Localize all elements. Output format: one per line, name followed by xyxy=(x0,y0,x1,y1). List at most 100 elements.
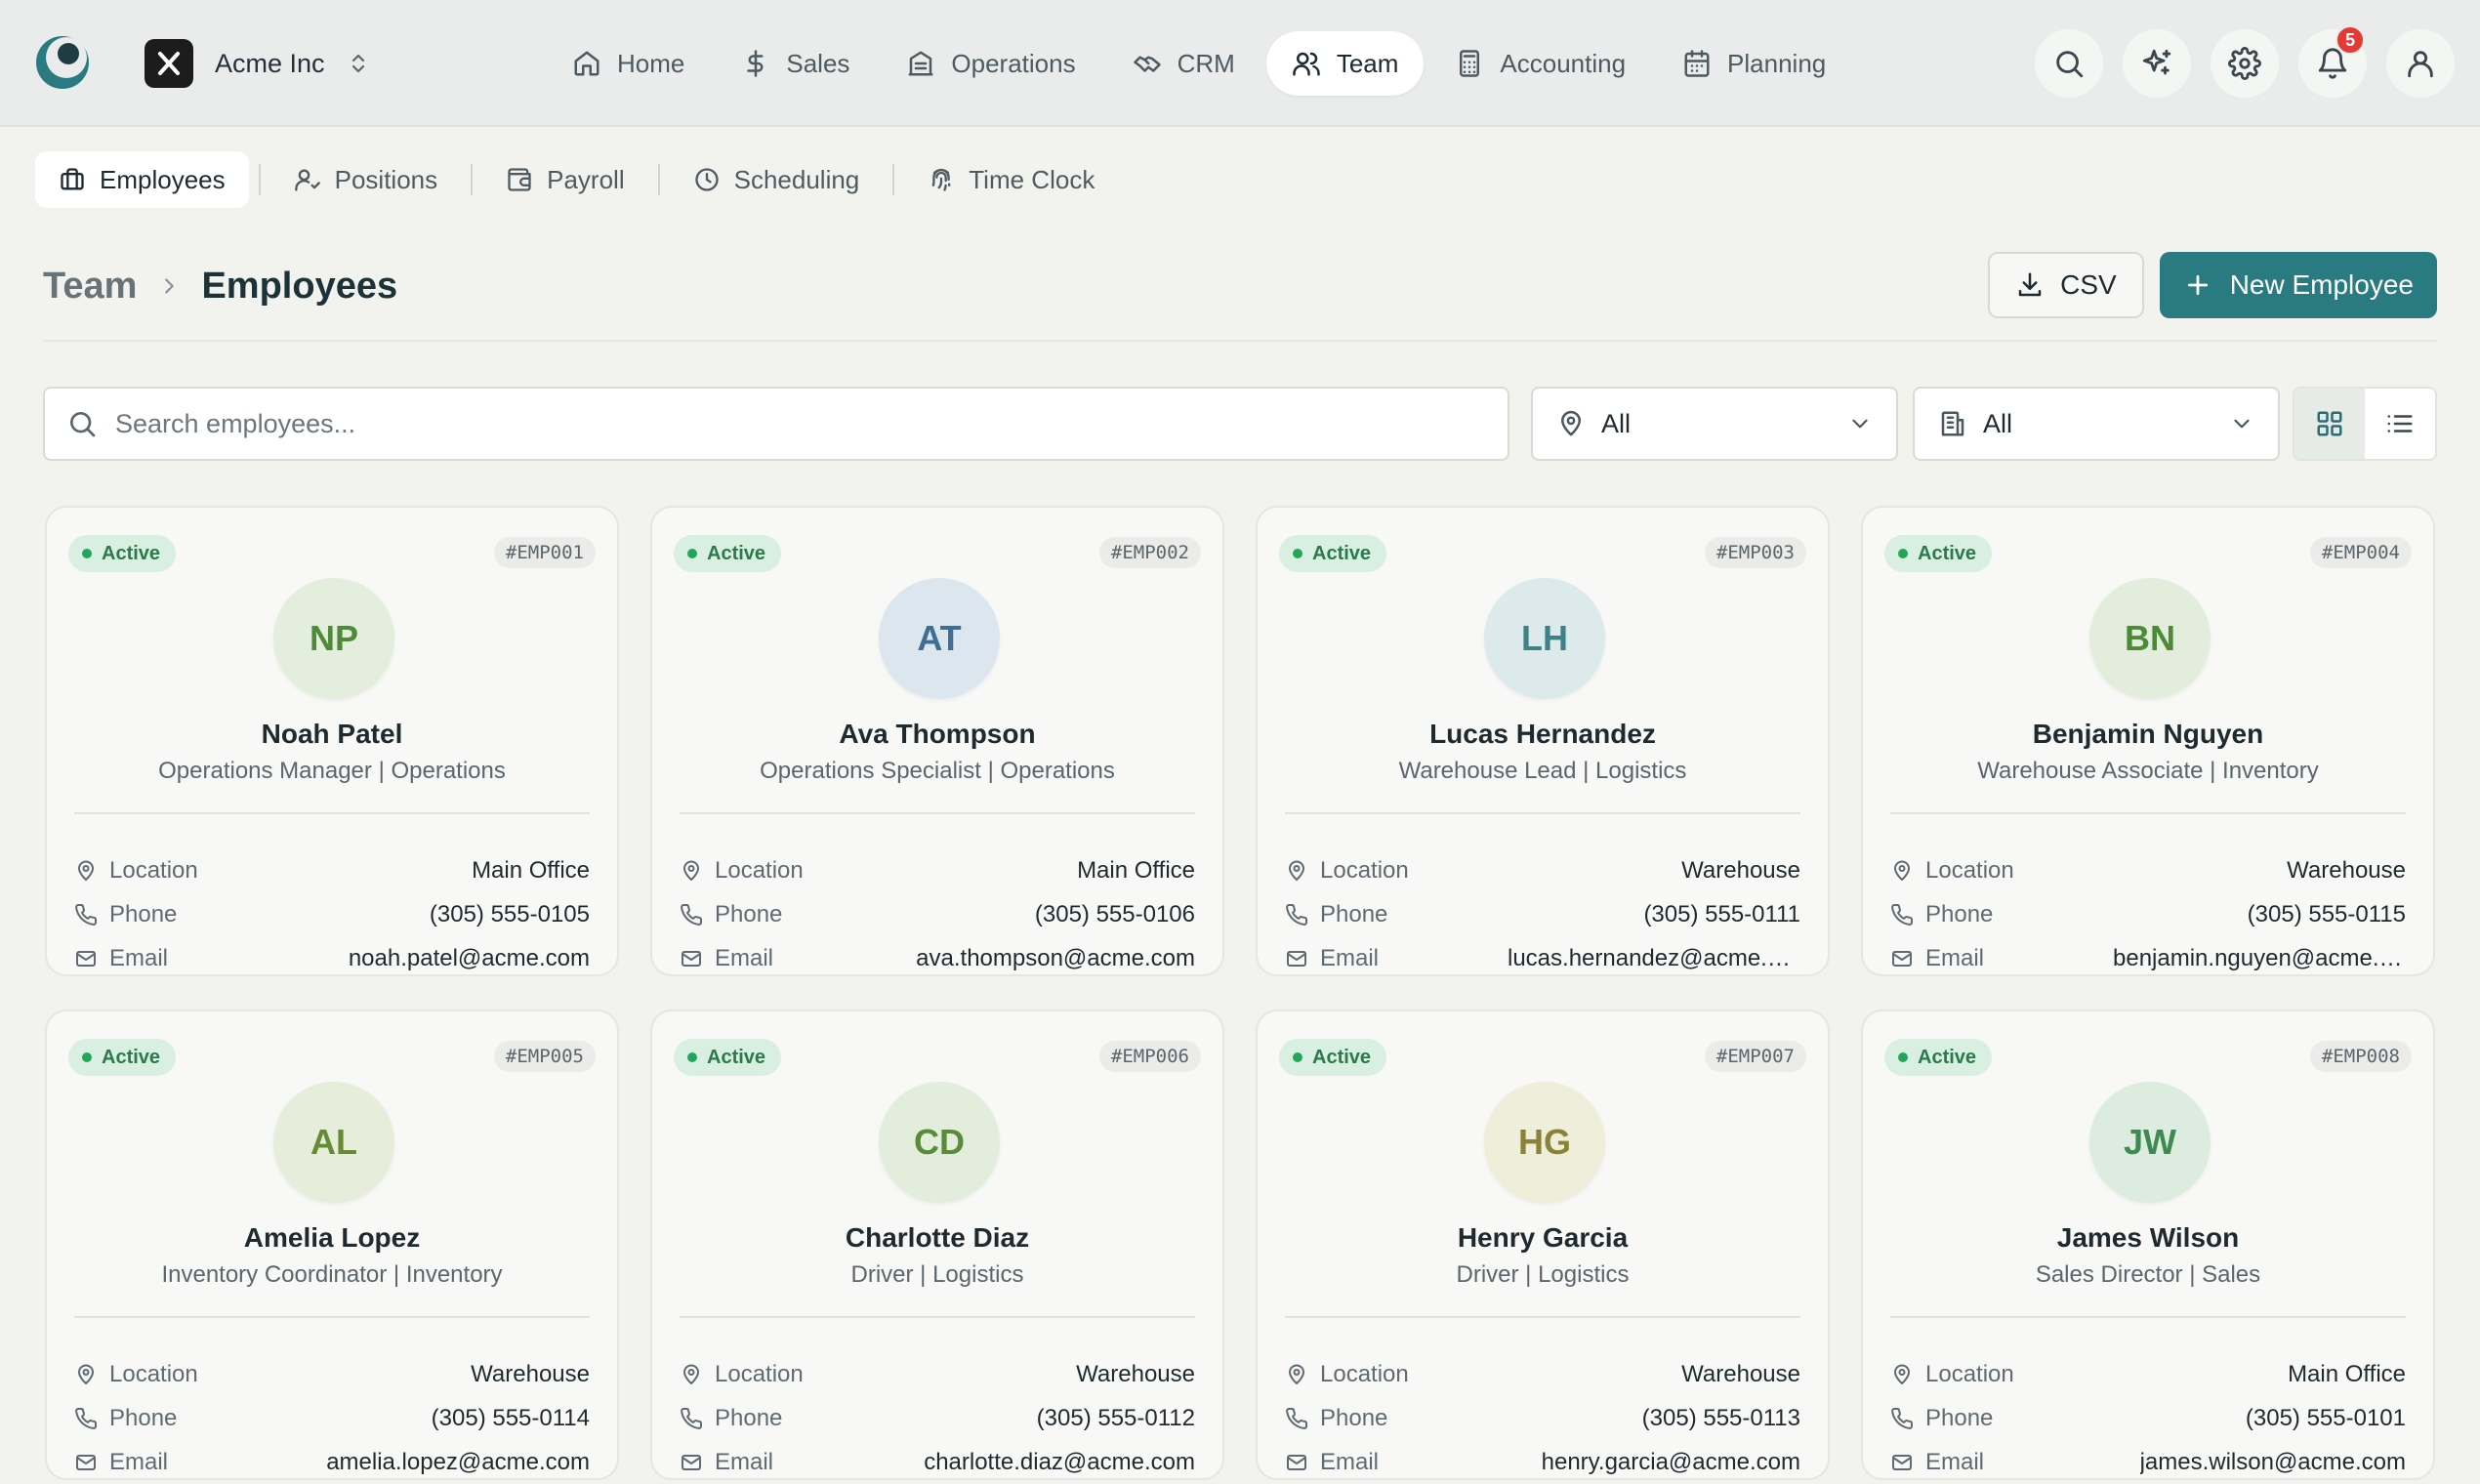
nav-home[interactable]: Home xyxy=(547,31,710,96)
employee-id: #EMP003 xyxy=(1704,537,1806,568)
phone-value[interactable]: (305) 555-0106 xyxy=(1035,901,1195,928)
email-value[interactable]: james.wilson@acme.com xyxy=(2140,1449,2406,1476)
app-logo-icon[interactable] xyxy=(33,33,92,92)
department-filter-select[interactable]: All xyxy=(1913,387,2280,461)
employee-name[interactable]: Ava Thompson xyxy=(652,719,1222,750)
company-switcher[interactable]: Acme Inc xyxy=(145,37,370,90)
calendar-icon xyxy=(1682,49,1712,78)
sub-nav: Employees Positions Payroll Scheduling T… xyxy=(35,150,1118,209)
export-csv-button[interactable]: CSV xyxy=(1988,252,2144,318)
employee-card[interactable]: Active #EMP006 CD Charlotte Diaz Driver … xyxy=(650,1010,1224,1480)
phone-value[interactable]: (305) 555-0105 xyxy=(430,901,590,928)
employee-role: Warehouse Associate | Inventory xyxy=(1977,758,2319,784)
subnav-scheduling[interactable]: Scheduling xyxy=(670,151,884,208)
search-box xyxy=(43,387,1509,461)
employee-name[interactable]: Amelia Lopez xyxy=(47,1222,617,1254)
mail-icon xyxy=(680,1451,715,1474)
status-dot xyxy=(687,1052,697,1062)
user-menu-button[interactable] xyxy=(2386,29,2455,98)
email-value[interactable]: noah.patel@acme.com xyxy=(349,945,590,972)
notification-count-badge: 5 xyxy=(2335,25,2365,55)
status-badge: Active xyxy=(674,535,782,572)
map-pin-icon xyxy=(680,1363,715,1386)
employee-card[interactable]: Active #EMP005 AL Amelia Lopez Inventory… xyxy=(45,1010,619,1480)
home-icon xyxy=(572,49,601,78)
nav-operations[interactable]: Operations xyxy=(881,31,1100,96)
subnav-label: Positions xyxy=(334,164,438,194)
new-employee-label: New Employee xyxy=(2229,269,2414,300)
new-employee-button[interactable]: New Employee xyxy=(2159,252,2437,318)
phone-value[interactable]: (305) 555-0115 xyxy=(2248,901,2406,928)
email-value[interactable]: henry.garcia@acme.com xyxy=(1542,1449,1800,1476)
settings-button[interactable] xyxy=(2211,29,2279,98)
mail-icon xyxy=(1890,947,1925,970)
chevron-updown-icon xyxy=(347,52,370,75)
location-filter-value: All xyxy=(1601,408,1632,438)
employee-name[interactable]: Noah Patel xyxy=(47,719,617,750)
nav-planning[interactable]: Planning xyxy=(1657,31,1851,96)
email-value[interactable]: charlotte.diaz@acme.com xyxy=(924,1449,1195,1476)
phone-value[interactable]: (305) 555-0113 xyxy=(1642,1405,1800,1432)
phone-icon xyxy=(1285,903,1320,927)
list-icon xyxy=(2385,409,2415,438)
employee-name[interactable]: Benjamin Nguyen xyxy=(1863,719,2433,750)
handshake-icon xyxy=(1133,49,1162,78)
employee-card[interactable]: Active #EMP002 AT Ava Thompson Operation… xyxy=(650,506,1224,976)
employee-id: #EMP007 xyxy=(1704,1041,1806,1072)
nav-sales[interactable]: Sales xyxy=(716,31,875,96)
subnav-payroll[interactable]: Payroll xyxy=(482,151,647,208)
location-label: Location xyxy=(715,857,804,884)
nav-crm[interactable]: CRM xyxy=(1107,31,1261,96)
employee-card[interactable]: Active #EMP004 BN Benjamin Nguyen Wareho… xyxy=(1861,506,2435,976)
phone-row: Phone (305) 555-0115 xyxy=(1890,897,2406,932)
employee-id: #EMP008 xyxy=(2309,1041,2412,1072)
email-row: Email benjamin.nguyen@acme.com xyxy=(1890,941,2406,976)
phone-value[interactable]: (305) 555-0112 xyxy=(1037,1405,1195,1432)
grid-view-button[interactable] xyxy=(2294,389,2365,459)
map-pin-icon xyxy=(1890,1363,1925,1386)
email-label: Email xyxy=(109,1449,169,1475)
search-input[interactable] xyxy=(115,408,1463,439)
employee-card[interactable]: Active #EMP001 NP Noah Patel Operations … xyxy=(45,506,619,976)
nav-label: Sales xyxy=(786,48,850,78)
phone-value[interactable]: (305) 555-0111 xyxy=(1643,901,1800,928)
notifications-button[interactable]: 5 xyxy=(2298,25,2367,98)
divider xyxy=(680,812,1195,814)
search-button[interactable] xyxy=(2035,29,2103,98)
csv-label: CSV xyxy=(2060,269,2117,300)
employee-card[interactable]: Active #EMP008 JW James Wilson Sales Dir… xyxy=(1861,1010,2435,1480)
avatar: JW xyxy=(2089,1082,2211,1203)
breadcrumb-team[interactable]: Team xyxy=(43,266,137,308)
nav-accounting[interactable]: Accounting xyxy=(1429,31,1651,96)
subnav-employees[interactable]: Employees xyxy=(35,151,249,208)
employee-name[interactable]: Lucas Hernandez xyxy=(1258,719,1828,750)
phone-label: Phone xyxy=(109,1405,178,1431)
nav-team[interactable]: Team xyxy=(1265,31,1425,96)
map-pin-icon xyxy=(1556,409,1586,438)
divider xyxy=(1890,1316,2406,1318)
wallet-icon xyxy=(506,166,533,193)
subnav-positions[interactable]: Positions xyxy=(270,151,462,208)
phone-row: Phone (305) 555-0101 xyxy=(1890,1401,2406,1436)
employee-card[interactable]: Active #EMP007 HG Henry Garcia Driver | … xyxy=(1256,1010,1830,1480)
email-value[interactable]: ava.thompson@acme.com xyxy=(916,945,1195,972)
employee-name[interactable]: James Wilson xyxy=(1863,1222,2433,1254)
phone-icon xyxy=(1890,903,1925,927)
ai-assistant-button[interactable] xyxy=(2123,29,2191,98)
location-filter-select[interactable]: All xyxy=(1531,387,1898,461)
subnav-time-clock[interactable]: Time Clock xyxy=(904,151,1118,208)
location-row: Location Warehouse xyxy=(1285,853,1800,888)
employee-name[interactable]: Henry Garcia xyxy=(1258,1222,1828,1254)
phone-row: Phone (305) 555-0114 xyxy=(74,1401,590,1436)
email-value[interactable]: amelia.lopez@acme.com xyxy=(326,1449,590,1476)
employee-card[interactable]: Active #EMP003 LH Lucas Hernandez Wareho… xyxy=(1256,506,1830,976)
status-label: Active xyxy=(707,542,766,564)
list-view-button[interactable] xyxy=(2365,389,2435,459)
phone-value[interactable]: (305) 555-0101 xyxy=(2246,1405,2406,1432)
email-value[interactable]: benjamin.nguyen@acme.com xyxy=(2113,945,2406,972)
status-dot xyxy=(82,1052,92,1062)
phone-value[interactable]: (305) 555-0114 xyxy=(432,1405,590,1432)
phone-icon xyxy=(680,1407,715,1430)
employee-name[interactable]: Charlotte Diaz xyxy=(652,1222,1222,1254)
email-value[interactable]: lucas.hernandez@acme.com xyxy=(1508,945,1800,972)
